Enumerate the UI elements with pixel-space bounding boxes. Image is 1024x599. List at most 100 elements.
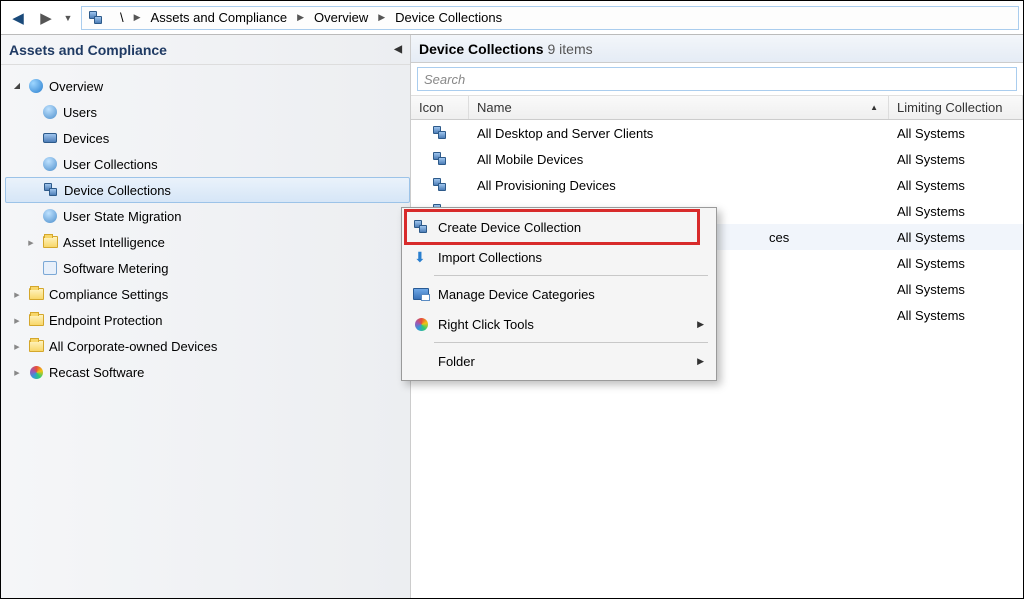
node-label: All Corporate-owned Devices (49, 339, 217, 354)
folder-icon (29, 340, 44, 352)
menu-item-icon (410, 220, 432, 234)
sidebar-title: Assets and Compliance ◀ (1, 35, 410, 65)
tree-node-devices[interactable]: Devices (5, 125, 410, 151)
node-label: Recast Software (49, 365, 144, 380)
tree-node-compliance-settings[interactable]: Compliance Settings (5, 281, 410, 307)
menu-separator (434, 275, 708, 276)
table-row[interactable]: All Mobile DevicesAll Systems (411, 146, 1023, 172)
col-icon[interactable]: Icon (411, 96, 469, 119)
node-label: User State Migration (63, 209, 182, 224)
meter-icon (43, 261, 57, 275)
menu-separator (434, 342, 708, 343)
submenu-arrow-icon: ▶ (697, 319, 704, 330)
node-label: Asset Intelligence (63, 235, 165, 250)
row-name: All Desktop and Server Clients (469, 126, 889, 141)
menu-item-icon (410, 318, 432, 331)
row-limiting: All Systems (889, 256, 1023, 271)
tree-node-endpoint-protection[interactable]: Endpoint Protection (5, 307, 410, 333)
node-label: User Collections (63, 157, 158, 172)
node-label: Devices (63, 131, 109, 146)
user-icon (43, 157, 57, 171)
collection-icon (433, 152, 447, 166)
row-icon (411, 152, 469, 166)
menu-item-label: Folder (432, 354, 697, 369)
search-input[interactable]: Search (417, 67, 1017, 91)
globe-icon (29, 79, 43, 93)
node-icon (42, 181, 60, 199)
expander-icon[interactable] (11, 81, 23, 91)
history-dropdown[interactable]: ▼ (61, 13, 75, 23)
tree-node-user-state-migration[interactable]: User State Migration (5, 203, 410, 229)
node-label: Users (63, 105, 97, 120)
sort-asc-icon: ▲ (870, 103, 878, 112)
device-icon (43, 133, 57, 143)
ctx-create-device-collection[interactable]: Create Device Collection (404, 212, 714, 242)
tree-node-software-metering[interactable]: Software Metering (5, 255, 410, 281)
menu-item-icon (410, 288, 432, 300)
row-limiting: All Systems (889, 230, 1023, 245)
menu-item-label: Import Collections (432, 250, 704, 265)
collapse-icon[interactable]: ◀ (394, 44, 402, 55)
back-button[interactable]: ◀ (5, 6, 31, 30)
expander-icon[interactable] (11, 289, 23, 299)
content-header: Device Collections 9 items (411, 35, 1023, 63)
col-limiting[interactable]: Limiting Collection (889, 96, 1023, 119)
row-limiting: All Systems (889, 152, 1023, 167)
menu-item-label: Manage Device Categories (432, 287, 704, 302)
tree-node-asset-intelligence[interactable]: Asset Intelligence (5, 229, 410, 255)
tree-node-recast-software[interactable]: Recast Software (5, 359, 410, 385)
tree-node-user-collections[interactable]: User Collections (5, 151, 410, 177)
node-icon (27, 363, 45, 381)
expander-icon[interactable] (11, 341, 23, 351)
tree-node-users[interactable]: Users (5, 99, 410, 125)
user-icon (43, 105, 57, 119)
node-label: Compliance Settings (49, 287, 168, 302)
node-label: Endpoint Protection (49, 313, 162, 328)
sidebar: Assets and Compliance ◀ Overview Users Dev… (1, 35, 411, 598)
ctx-folder[interactable]: Folder▶ (404, 346, 714, 376)
row-name: All Mobile Devices (469, 152, 889, 167)
node-icon (41, 155, 59, 173)
tree-node-overview[interactable]: Overview (5, 73, 410, 99)
categories-icon (413, 288, 429, 300)
arrow-right-icon: ▶ (40, 9, 52, 27)
folder-icon (29, 314, 44, 326)
node-label: Software Metering (63, 261, 169, 276)
breadcrumb[interactable]: \ ▶ Assets and Compliance ▶ Overview ▶ D… (81, 6, 1019, 30)
expander-icon[interactable] (25, 237, 37, 247)
forward-button[interactable]: ▶ (33, 6, 59, 30)
breadcrumb-seg-0[interactable]: \ (114, 7, 130, 29)
menu-item-icon: ⬇ (410, 250, 432, 264)
chevron-right-icon: ▶ (374, 12, 389, 23)
collection-icon (433, 126, 447, 140)
expander-icon[interactable] (11, 367, 23, 377)
table-row[interactable]: All Provisioning DevicesAll Systems (411, 172, 1023, 198)
topbar: ◀ ▶ ▼ \ ▶ Assets and Compliance ▶ Overvi… (1, 1, 1023, 35)
row-limiting: All Systems (889, 204, 1023, 219)
sidebar-title-label: Assets and Compliance (9, 42, 167, 58)
node-label: Device Collections (64, 183, 171, 198)
tree-node-device-collections[interactable]: Device Collections (5, 177, 410, 203)
search-row: Search (411, 63, 1023, 96)
node-icon (41, 207, 59, 225)
breadcrumb-seg-1[interactable]: Assets and Compliance (145, 7, 294, 29)
ctx-right-click-tools[interactable]: Right Click Tools▶ (404, 309, 714, 339)
tree-node-all-corporate-owned-devices[interactable]: All Corporate-owned Devices (5, 333, 410, 359)
expander-icon[interactable] (11, 315, 23, 325)
content-count: 9 items (548, 41, 593, 57)
ctx-import-collections[interactable]: ⬇Import Collections (404, 242, 714, 272)
table-row[interactable]: All Desktop and Server ClientsAll System… (411, 120, 1023, 146)
row-limiting: All Systems (889, 282, 1023, 297)
submenu-arrow-icon: ▶ (697, 356, 704, 367)
user-icon (43, 209, 57, 223)
collection-icon (414, 220, 428, 234)
context-menu[interactable]: Create Device Collection⬇Import Collecti… (401, 207, 717, 381)
node-label: Overview (49, 79, 103, 94)
folder-icon (43, 236, 58, 248)
breadcrumb-seg-3[interactable]: Device Collections (389, 7, 508, 29)
row-limiting: All Systems (889, 178, 1023, 193)
breadcrumb-seg-2[interactable]: Overview (308, 7, 374, 29)
row-limiting: All Systems (889, 308, 1023, 323)
ctx-manage-device-categories[interactable]: Manage Device Categories (404, 279, 714, 309)
col-name[interactable]: Name ▲ (469, 96, 889, 119)
